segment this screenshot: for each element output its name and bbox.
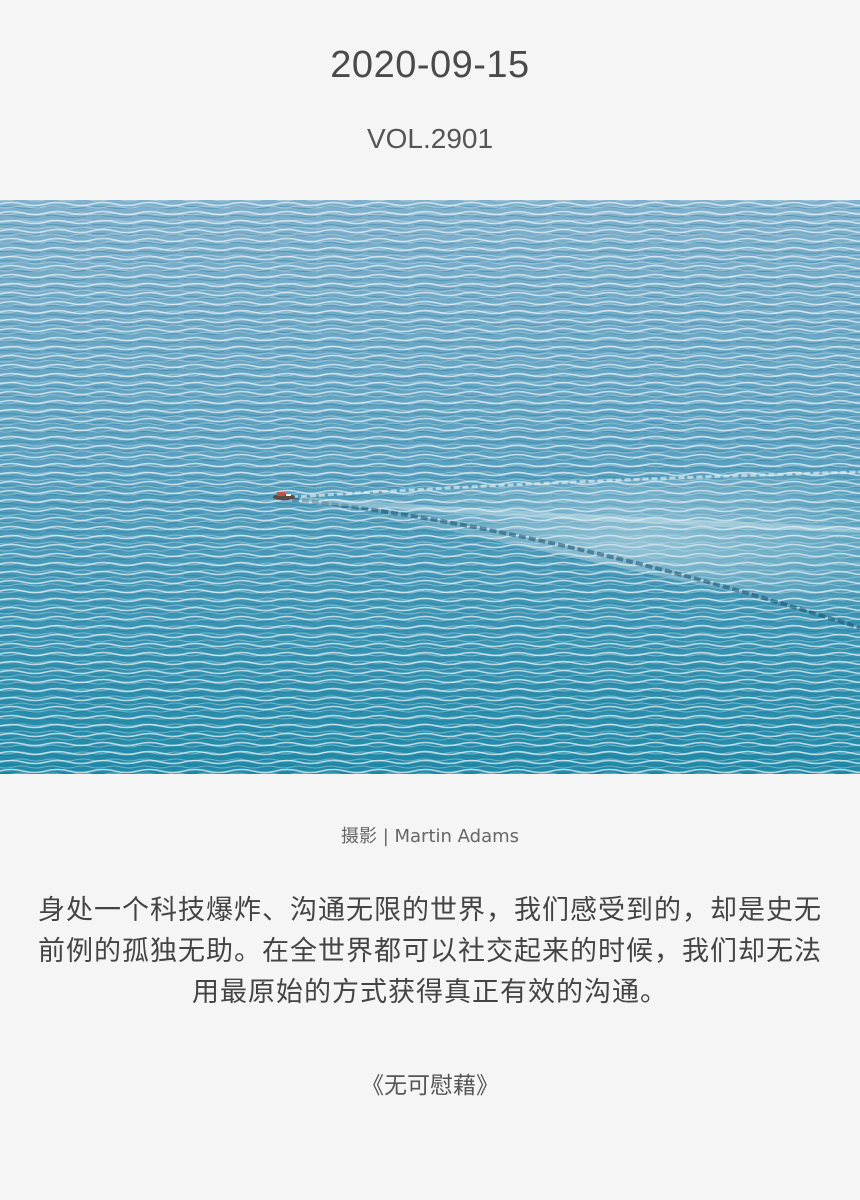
date-heading: 2020-09-15: [330, 44, 530, 86]
quote-text: 身处一个科技爆炸、沟通无限的世界，我们感受到的，却是史无前例的孤独无助。在全世界…: [38, 895, 822, 1008]
volume-number: VOL.2901: [366, 123, 494, 154]
boat-on-sea-photo[interactable]: [0, 200, 860, 774]
photo-credit: 摄影 | Martin Adams: [340, 826, 520, 847]
quote-source: 《无可慰藉》: [361, 1073, 499, 1099]
